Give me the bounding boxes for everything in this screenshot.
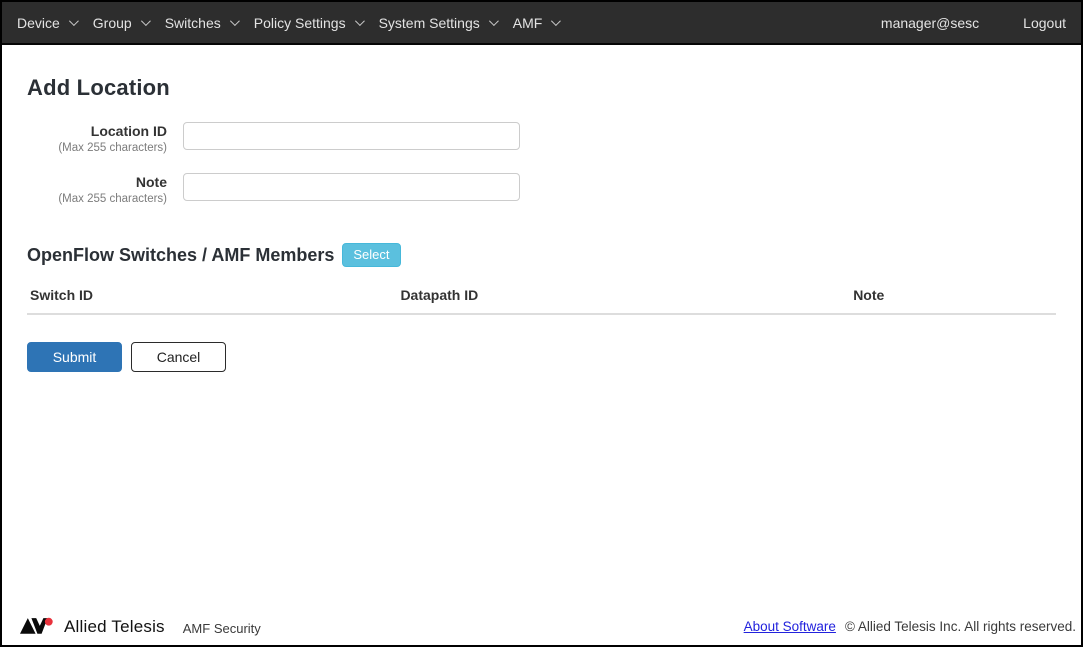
brand-block: Allied Telesis AMF Security — [20, 616, 261, 637]
table-header-row: Switch ID Datapath ID Note — [27, 281, 1056, 316]
nav-item-label: Switches — [164, 14, 221, 31]
note-input[interactable] — [183, 173, 520, 202]
cancel-button[interactable]: Cancel — [131, 342, 226, 373]
note-label: Note — [135, 174, 167, 191]
column-datapath-id: Datapath ID — [397, 281, 851, 316]
label-column: Note (Max 255 characters) — [27, 173, 167, 205]
column-switch-id: Switch ID — [27, 281, 398, 316]
nav-item-label: System Settings — [378, 14, 480, 31]
nav-item-device[interactable]: Device — [17, 11, 79, 35]
members-table-header: Switch ID Datapath ID Note — [27, 281, 1056, 316]
about-software-link[interactable]: About Software — [744, 619, 836, 634]
brand-name: Allied Telesis — [64, 616, 165, 636]
note-hint: (Max 255 characters) — [58, 193, 167, 206]
nav-item-policy-settings[interactable]: Policy Settings — [253, 11, 365, 35]
product-name: AMF Security — [182, 621, 261, 636]
add-location-form: Location ID (Max 255 characters) Note (M… — [27, 122, 1056, 205]
logged-in-user: manager@sesc — [880, 14, 980, 31]
nav-item-label: Policy Settings — [253, 14, 346, 31]
chevron-down-icon — [488, 16, 499, 27]
submit-button[interactable]: Submit — [27, 342, 122, 373]
chevron-down-icon — [551, 16, 562, 27]
location-id-hint: (Max 255 characters) — [58, 142, 167, 155]
nav-item-group[interactable]: Group — [92, 11, 151, 35]
location-id-input[interactable] — [183, 122, 520, 150]
chevron-down-icon — [68, 16, 79, 27]
allied-telesis-logo-icon — [20, 617, 53, 634]
nav-right: manager@sesc Logout — [881, 15, 1066, 31]
chevron-down-icon — [354, 16, 365, 27]
column-note: Note — [850, 281, 1056, 316]
nav-item-label: Group — [92, 14, 132, 31]
app-window: Device Group Switches Policy Settings Sy… — [0, 0, 1083, 647]
chevron-down-icon — [140, 16, 151, 27]
chevron-down-icon — [229, 16, 240, 27]
form-row-location-id: Location ID (Max 255 characters) — [27, 122, 1056, 154]
nav-item-amf[interactable]: AMF — [512, 11, 562, 35]
copyright-text: © Allied Telesis Inc. All rights reserve… — [844, 619, 1076, 634]
page-title: Add Location — [27, 75, 170, 100]
nav-item-system-settings[interactable]: System Settings — [378, 11, 499, 35]
footer: Allied Telesis AMF Security About Softwa… — [2, 616, 1081, 645]
members-section-header: OpenFlow Switches / AMF Members Select — [27, 243, 1056, 268]
nav-menu: Device Group Switches Policy Settings Sy… — [17, 11, 562, 35]
members-section-title: OpenFlow Switches / AMF Members — [27, 244, 335, 265]
logout-button[interactable]: Logout — [1023, 15, 1066, 31]
form-row-note: Note (Max 255 characters) — [27, 173, 1056, 205]
top-navbar: Device Group Switches Policy Settings Sy… — [2, 2, 1081, 45]
nav-item-label: AMF — [512, 14, 543, 31]
select-members-button[interactable]: Select — [342, 243, 401, 268]
main-content: Add Location Location ID (Max 255 charac… — [2, 45, 1081, 616]
nav-item-switches[interactable]: Switches — [164, 11, 240, 35]
nav-item-label: Device — [17, 14, 60, 31]
members-table: Switch ID Datapath ID Note — [27, 281, 1056, 316]
form-actions: Submit Cancel — [27, 342, 1056, 373]
label-column: Location ID (Max 255 characters) — [27, 122, 167, 154]
location-id-label: Location ID — [90, 123, 167, 139]
footer-right: About Software © Allied Telesis Inc. All… — [744, 619, 1076, 634]
